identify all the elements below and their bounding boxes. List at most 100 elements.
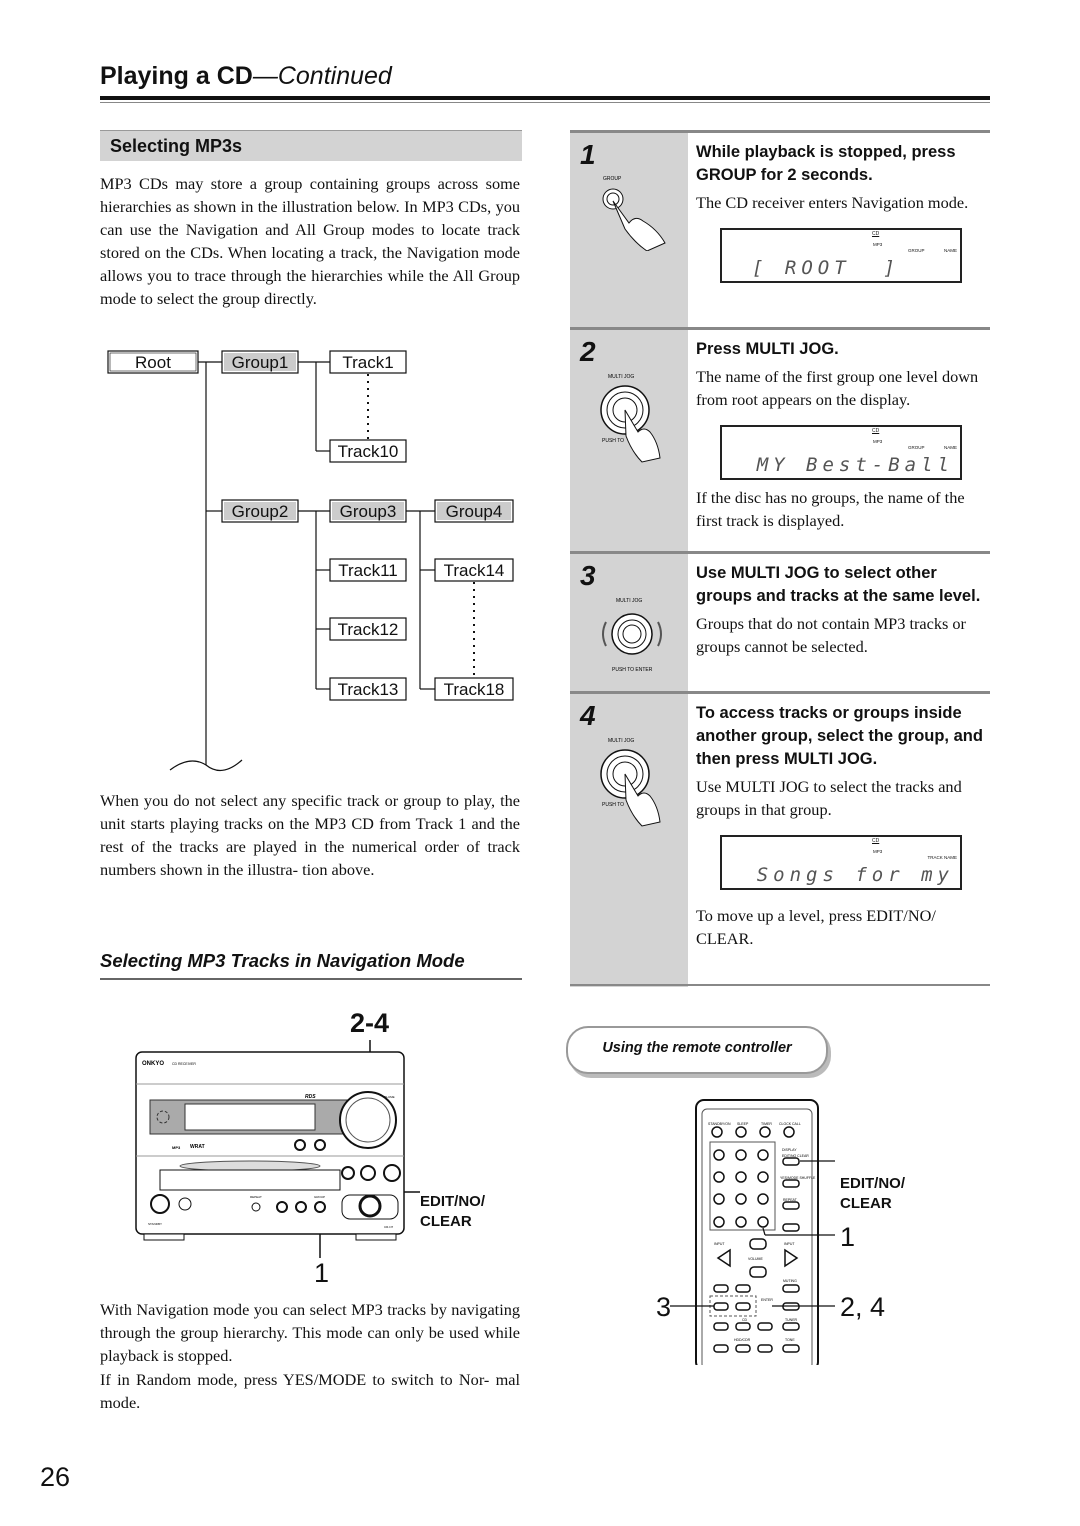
lcd-mp3-indicator: MP3 xyxy=(873,439,883,444)
remote-callout-2-4: 2, 4 xyxy=(840,1292,886,1322)
step-description: Groups that do not contain MP3 tracks or… xyxy=(696,614,966,656)
icon-label: MULTI JOG xyxy=(608,738,634,744)
lcd-cd-indicator: CD xyxy=(872,428,880,434)
step-number: 3 xyxy=(580,560,596,591)
lcd-group-indicator: GROUP xyxy=(908,445,925,450)
tree-node-group4: Group4 xyxy=(446,502,503,521)
remote-label-clock: CLOCK CALL xyxy=(779,1122,801,1126)
group-button-press-icon: GROUP xyxy=(602,176,666,251)
icon-sublabel: PUSH TO xyxy=(602,802,624,808)
wrat-logo: WRAT xyxy=(190,1144,205,1150)
lcd-text: [ ROOT ] xyxy=(752,257,900,279)
lcd-name-indicator: NAME xyxy=(943,248,957,253)
callout-edit-no-clear: EDIT/NO/ CLEAR xyxy=(420,1193,486,1230)
icon-label: MULTI JOG xyxy=(616,598,642,604)
remote-label-input-left: INPUT xyxy=(714,1242,725,1246)
tree-node-track12: Track12 xyxy=(338,620,399,639)
step-note: To move up a level, press EDIT/NO/ CLEAR… xyxy=(696,906,936,948)
lcd-display-root: CD MP3 GROUP NAME [ ROOT ] xyxy=(720,228,962,283)
step-description: The name of the first group one level do… xyxy=(696,367,979,409)
step-4: 4 MULTI JOG PUSH TO To access tracks or … xyxy=(570,691,990,987)
remote-label-timer: TIMER xyxy=(761,1122,772,1126)
step-description: Use MULTI JOG to select the tracks and g… xyxy=(696,777,962,819)
tree-node-track1: Track1 xyxy=(342,353,393,372)
model-label: CD RECEIVER xyxy=(172,1062,196,1066)
page-title: Playing a CD—Continued xyxy=(100,62,392,91)
cd-receiver-illustration: ONKYO CD RECEIVER RDS VOLUME MP3 WRAT RE… xyxy=(135,1040,420,1258)
callout-1: 1 xyxy=(314,1258,330,1288)
callout-2-4: 2-4 xyxy=(350,1008,390,1038)
title-text: Playing a CD xyxy=(100,62,253,90)
step-2: 2 MULTI JOG PUSH TO Press MULTI JOG. The… xyxy=(570,327,990,551)
lcd-display-track: CD MP3 TRACK NAME Songs for my xyxy=(720,835,962,890)
navigation-mode-description: With Navigation mode you can select MP3 … xyxy=(100,1300,520,1365)
step-instruction: To access tracks or groups inside anothe… xyxy=(696,704,983,768)
remote-callout-edit-no-clear: EDIT/NO/ CLEAR xyxy=(840,1175,906,1212)
tree-node-group3: Group3 xyxy=(340,502,397,521)
default-playback-note: When you do not select any specific trac… xyxy=(100,791,520,879)
lcd-cd-indicator: CD xyxy=(872,231,880,237)
remote-label-edit: EDIT/NO CLEAR xyxy=(782,1154,809,1158)
remote-callout-1: 1 xyxy=(840,1222,856,1252)
repeat-label: REPEAT xyxy=(250,1195,262,1199)
model-number-label: CR-N7 xyxy=(384,1225,393,1229)
lcd-name-indicator: NAME xyxy=(943,445,957,450)
steps-list: 1 GROUP While playback is stopped, press… xyxy=(570,130,990,987)
remote-label-yes-mode: YES/MODE SHUFFLE xyxy=(780,1176,816,1180)
multi-jog-press-icon: MULTI JOG PUSH TO xyxy=(600,738,661,827)
hierarchy-tree-diagram: Root Group1 Track1 Track10 Group2 Group3… xyxy=(107,350,514,771)
step-instruction: Use MULTI JOG to select other groups and… xyxy=(696,564,981,605)
remote-label-input-right: INPUT xyxy=(784,1242,795,1246)
section-heading-navigation-mode: Selecting MP3 Tracks in Navigation Mode xyxy=(100,950,465,971)
remote-label-repeat: REPEAT xyxy=(783,1198,798,1202)
icon-label: GROUP xyxy=(603,176,622,182)
remote-label-sleep: SLEEP xyxy=(737,1122,749,1126)
tree-node-track13: Track13 xyxy=(338,680,399,699)
lcd-text: Songs for my xyxy=(756,864,954,886)
step-1: 1 GROUP While playback is stopped, press… xyxy=(570,130,990,327)
step-number: 4 xyxy=(580,700,596,731)
remote-controller-badge: Using the remote controller xyxy=(566,1026,828,1074)
remote-callout-3: 3 xyxy=(656,1292,672,1322)
intro-paragraph: MP3 CDs may store a group containing gro… xyxy=(100,174,520,308)
remote-label-hdd: HDD/CDR xyxy=(734,1338,751,1342)
tree-node-group2: Group2 xyxy=(232,502,289,521)
title-suffix: —Continued xyxy=(252,62,392,90)
remote-label-enter: ENTER xyxy=(761,1298,773,1302)
rds-label: RDS xyxy=(305,1094,316,1100)
standby-label: STANDBY xyxy=(148,1222,162,1226)
lcd-cd-indicator: CD xyxy=(872,838,880,844)
remote-label-muting: MUTING xyxy=(783,1279,797,1283)
tree-node-track11: Track11 xyxy=(338,561,398,580)
tree-node-track10: Track10 xyxy=(338,442,399,461)
tree-node-root: Root xyxy=(135,353,171,372)
lcd-track-name-indicator: TRACK NAME xyxy=(927,855,957,860)
step-3: 3 MULTI JOG PUSH TO ENTER Use MULTI JOG … xyxy=(570,551,990,691)
step-instruction: Press MULTI JOG. xyxy=(696,340,839,358)
tree-node-track14: Track14 xyxy=(444,561,505,580)
brand-logo: ONKYO xyxy=(142,1061,164,1067)
tree-node-track18: Track18 xyxy=(444,680,505,699)
icon-sublabel: PUSH TO ENTER xyxy=(612,667,653,673)
group-label: GROUP xyxy=(314,1195,325,1199)
section-heading-selecting-mp3s: Selecting MP3s xyxy=(100,130,522,161)
multi-jog-rotate-icon: MULTI JOG PUSH TO ENTER xyxy=(602,598,662,673)
lcd-mp3-indicator: MP3 xyxy=(873,242,883,247)
section-rule xyxy=(100,978,522,980)
lcd-group-indicator: GROUP xyxy=(908,248,925,253)
lcd-display-group: CD MP3 GROUP NAME MY Best-Ball xyxy=(720,425,962,480)
multi-jog-press-icon: MULTI JOG PUSH TO xyxy=(600,374,661,463)
title-rule-thin xyxy=(100,102,990,103)
steps-bottom-rule xyxy=(570,984,990,986)
remote-label-cd: CD xyxy=(742,1318,748,1322)
remote-label-tuner: TUNER xyxy=(785,1318,798,1322)
step-instruction: While playback is stopped, press GROUP f… xyxy=(696,143,956,184)
step-number: 1 xyxy=(580,139,596,170)
icon-sublabel: PUSH TO xyxy=(602,438,624,444)
page-number: 26 xyxy=(40,1462,71,1492)
remote-controller-illustration: STANDBY/ON SLEEP TIMER CLOCK CALL DISPLA… xyxy=(670,1099,835,1365)
lcd-text: MY Best-Ball xyxy=(756,454,954,476)
icon-label: MULTI JOG xyxy=(608,374,634,380)
step-number: 2 xyxy=(580,336,596,367)
random-mode-note: If in Random mode, press YES/MODE to swi… xyxy=(100,1370,520,1412)
